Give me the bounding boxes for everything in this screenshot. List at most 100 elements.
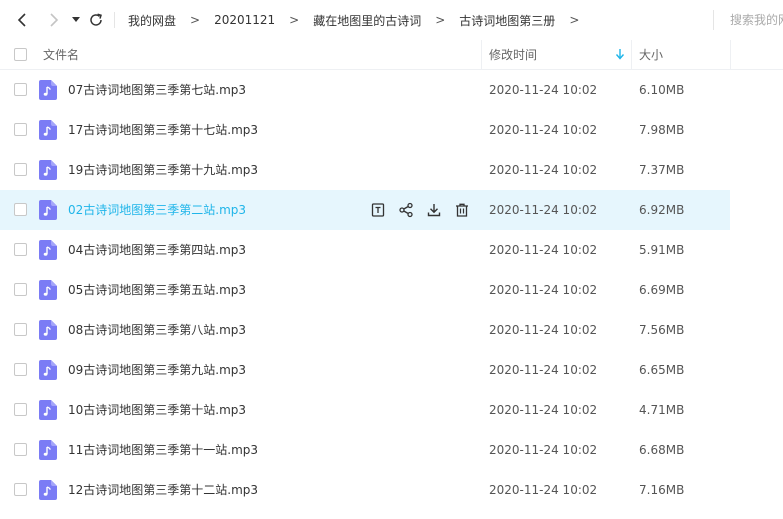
file-modified-time: 2020-11-24 10:02: [489, 123, 598, 137]
breadcrumb-item-collection-folder[interactable]: 藏在地图里的古诗词: [313, 12, 421, 29]
file-list-header: 文件名 修改时间 大小: [0, 40, 783, 70]
file-modified-time: 2020-11-24 10:02: [489, 363, 598, 377]
file-row[interactable]: 02古诗词地图第三季第二站.mp3 2020-11-24 10:02 6.92MB: [0, 190, 730, 230]
file-name[interactable]: 08古诗词地图第三季第八站.mp3: [68, 310, 246, 350]
file-name[interactable]: 04古诗词地图第三季第四站.mp3: [68, 230, 246, 270]
column-divider: [730, 40, 731, 70]
search-input[interactable]: [718, 0, 783, 40]
file-size: 7.56MB: [639, 323, 685, 337]
file-size: 6.65MB: [639, 363, 685, 377]
audio-file-icon: [39, 120, 57, 140]
file-size: 6.10MB: [639, 83, 685, 97]
file-name[interactable]: 12古诗词地图第三季第十二站.mp3: [68, 470, 258, 510]
history-dropdown-button[interactable]: [70, 0, 82, 40]
file-size: 6.68MB: [639, 443, 685, 457]
column-header-name[interactable]: 文件名: [43, 40, 79, 70]
file-row[interactable]: 04古诗词地图第三季第四站.mp3 2020-11-24 10:02 5.91MB: [0, 230, 730, 270]
column-divider: [481, 40, 482, 70]
file-name[interactable]: 17古诗词地图第三季第十七站.mp3: [68, 110, 258, 150]
audio-file-icon: [39, 440, 57, 460]
breadcrumb-separator-icon: >: [289, 13, 300, 27]
file-name[interactable]: 02古诗词地图第三季第二站.mp3: [68, 190, 246, 230]
file-row[interactable]: 05古诗词地图第三季第五站.mp3 2020-11-24 10:02 6.69MB: [0, 270, 730, 310]
audio-file-icon: [39, 160, 57, 180]
file-size: 4.71MB: [639, 403, 685, 417]
file-modified-time: 2020-11-24 10:02: [489, 403, 598, 417]
audio-file-icon: [39, 280, 57, 300]
file-size: 7.37MB: [639, 163, 685, 177]
chevron-left-icon: [17, 13, 26, 27]
file-row[interactable]: 19古诗词地图第三季第十九站.mp3 2020-11-24 10:02 7.37MB: [0, 150, 730, 190]
file-name[interactable]: 07古诗词地图第三季第七站.mp3: [68, 70, 246, 110]
search-divider: [713, 10, 714, 30]
audio-file-icon: [39, 200, 57, 220]
row-checkbox[interactable]: [14, 123, 27, 136]
file-row[interactable]: 08古诗词地图第三季第八站.mp3 2020-11-24 10:02 7.56MB: [0, 310, 730, 350]
refresh-icon: [90, 13, 102, 26]
file-name[interactable]: 10古诗词地图第三季第十站.mp3: [68, 390, 246, 430]
breadcrumb-item-root[interactable]: 我的网盘: [128, 12, 176, 29]
row-checkbox[interactable]: [14, 203, 27, 216]
audio-file-icon: [39, 480, 57, 500]
audio-file-icon: [39, 320, 57, 340]
breadcrumb: 我的网盘 > 20201121 > 藏在地图里的古诗词 > 古诗词地图第三册 >: [128, 0, 579, 40]
file-row[interactable]: 07古诗词地图第三季第七站.mp3 2020-11-24 10:02 6.10MB: [0, 70, 730, 110]
delete-icon: [456, 203, 468, 217]
file-size: 5.91MB: [639, 243, 685, 257]
share-icon: [399, 202, 413, 218]
breadcrumb-separator-icon: >: [435, 13, 446, 27]
breadcrumb-item-date-folder[interactable]: 20201121: [214, 13, 275, 27]
caret-down-icon: [72, 17, 80, 22]
file-modified-time: 2020-11-24 10:02: [489, 203, 598, 217]
back-button[interactable]: [12, 0, 32, 40]
row-checkbox[interactable]: [14, 163, 27, 176]
file-name[interactable]: 11古诗词地图第三季第十一站.mp3: [68, 430, 258, 470]
file-modified-time: 2020-11-24 10:02: [489, 323, 598, 337]
file-size: 6.92MB: [639, 203, 685, 217]
download-button[interactable]: [425, 201, 443, 219]
file-row[interactable]: 09古诗词地图第三季第九站.mp3 2020-11-24 10:02 6.65MB: [0, 350, 730, 390]
refresh-button[interactable]: [87, 0, 105, 40]
audio-file-icon: [39, 360, 57, 380]
file-name[interactable]: 19古诗词地图第三季第十九站.mp3: [68, 150, 258, 190]
file-row[interactable]: 12古诗词地图第三季第十二站.mp3 2020-11-24 10:02 7.16MB: [0, 470, 730, 510]
row-checkbox[interactable]: [14, 443, 27, 456]
column-divider: [631, 40, 632, 70]
row-checkbox[interactable]: [14, 363, 27, 376]
column-header-modified[interactable]: 修改时间: [489, 40, 537, 70]
file-name[interactable]: 05古诗词地图第三季第五站.mp3: [68, 270, 246, 310]
file-modified-time: 2020-11-24 10:02: [489, 83, 598, 97]
column-header-size[interactable]: 大小: [639, 40, 663, 70]
file-info-icon: [371, 203, 385, 217]
breadcrumb-item-current-folder[interactable]: 古诗词地图第三册: [459, 12, 555, 29]
row-checkbox[interactable]: [14, 403, 27, 416]
file-modified-time: 2020-11-24 10:02: [489, 163, 598, 177]
file-info-button[interactable]: [369, 201, 387, 219]
row-actions: [369, 201, 481, 219]
file-modified-time: 2020-11-24 10:02: [489, 483, 598, 497]
file-row[interactable]: 10古诗词地图第三季第十站.mp3 2020-11-24 10:02 4.71MB: [0, 390, 730, 430]
select-all-checkbox[interactable]: [14, 48, 27, 61]
forward-button[interactable]: [44, 0, 64, 40]
row-checkbox[interactable]: [14, 323, 27, 336]
sort-descending-icon[interactable]: [615, 48, 625, 60]
delete-button[interactable]: [453, 201, 471, 219]
audio-file-icon: [39, 240, 57, 260]
row-checkbox[interactable]: [14, 83, 27, 96]
file-row[interactable]: 11古诗词地图第三季第十一站.mp3 2020-11-24 10:02 6.68MB: [0, 430, 730, 470]
row-checkbox[interactable]: [14, 483, 27, 496]
download-icon: [427, 204, 441, 217]
row-checkbox[interactable]: [14, 243, 27, 256]
file-row[interactable]: 17古诗词地图第三季第十七站.mp3 2020-11-24 10:02 7.98MB: [0, 110, 730, 150]
file-size: 7.98MB: [639, 123, 685, 137]
audio-file-icon: [39, 80, 57, 100]
breadcrumb-separator-icon: >: [190, 13, 201, 27]
file-name[interactable]: 09古诗词地图第三季第九站.mp3: [68, 350, 246, 390]
chevron-right-icon: [50, 13, 59, 27]
share-button[interactable]: [397, 201, 415, 219]
file-modified-time: 2020-11-24 10:02: [489, 283, 598, 297]
file-modified-time: 2020-11-24 10:02: [489, 443, 598, 457]
file-size: 6.69MB: [639, 283, 685, 297]
audio-file-icon: [39, 400, 57, 420]
row-checkbox[interactable]: [14, 283, 27, 296]
